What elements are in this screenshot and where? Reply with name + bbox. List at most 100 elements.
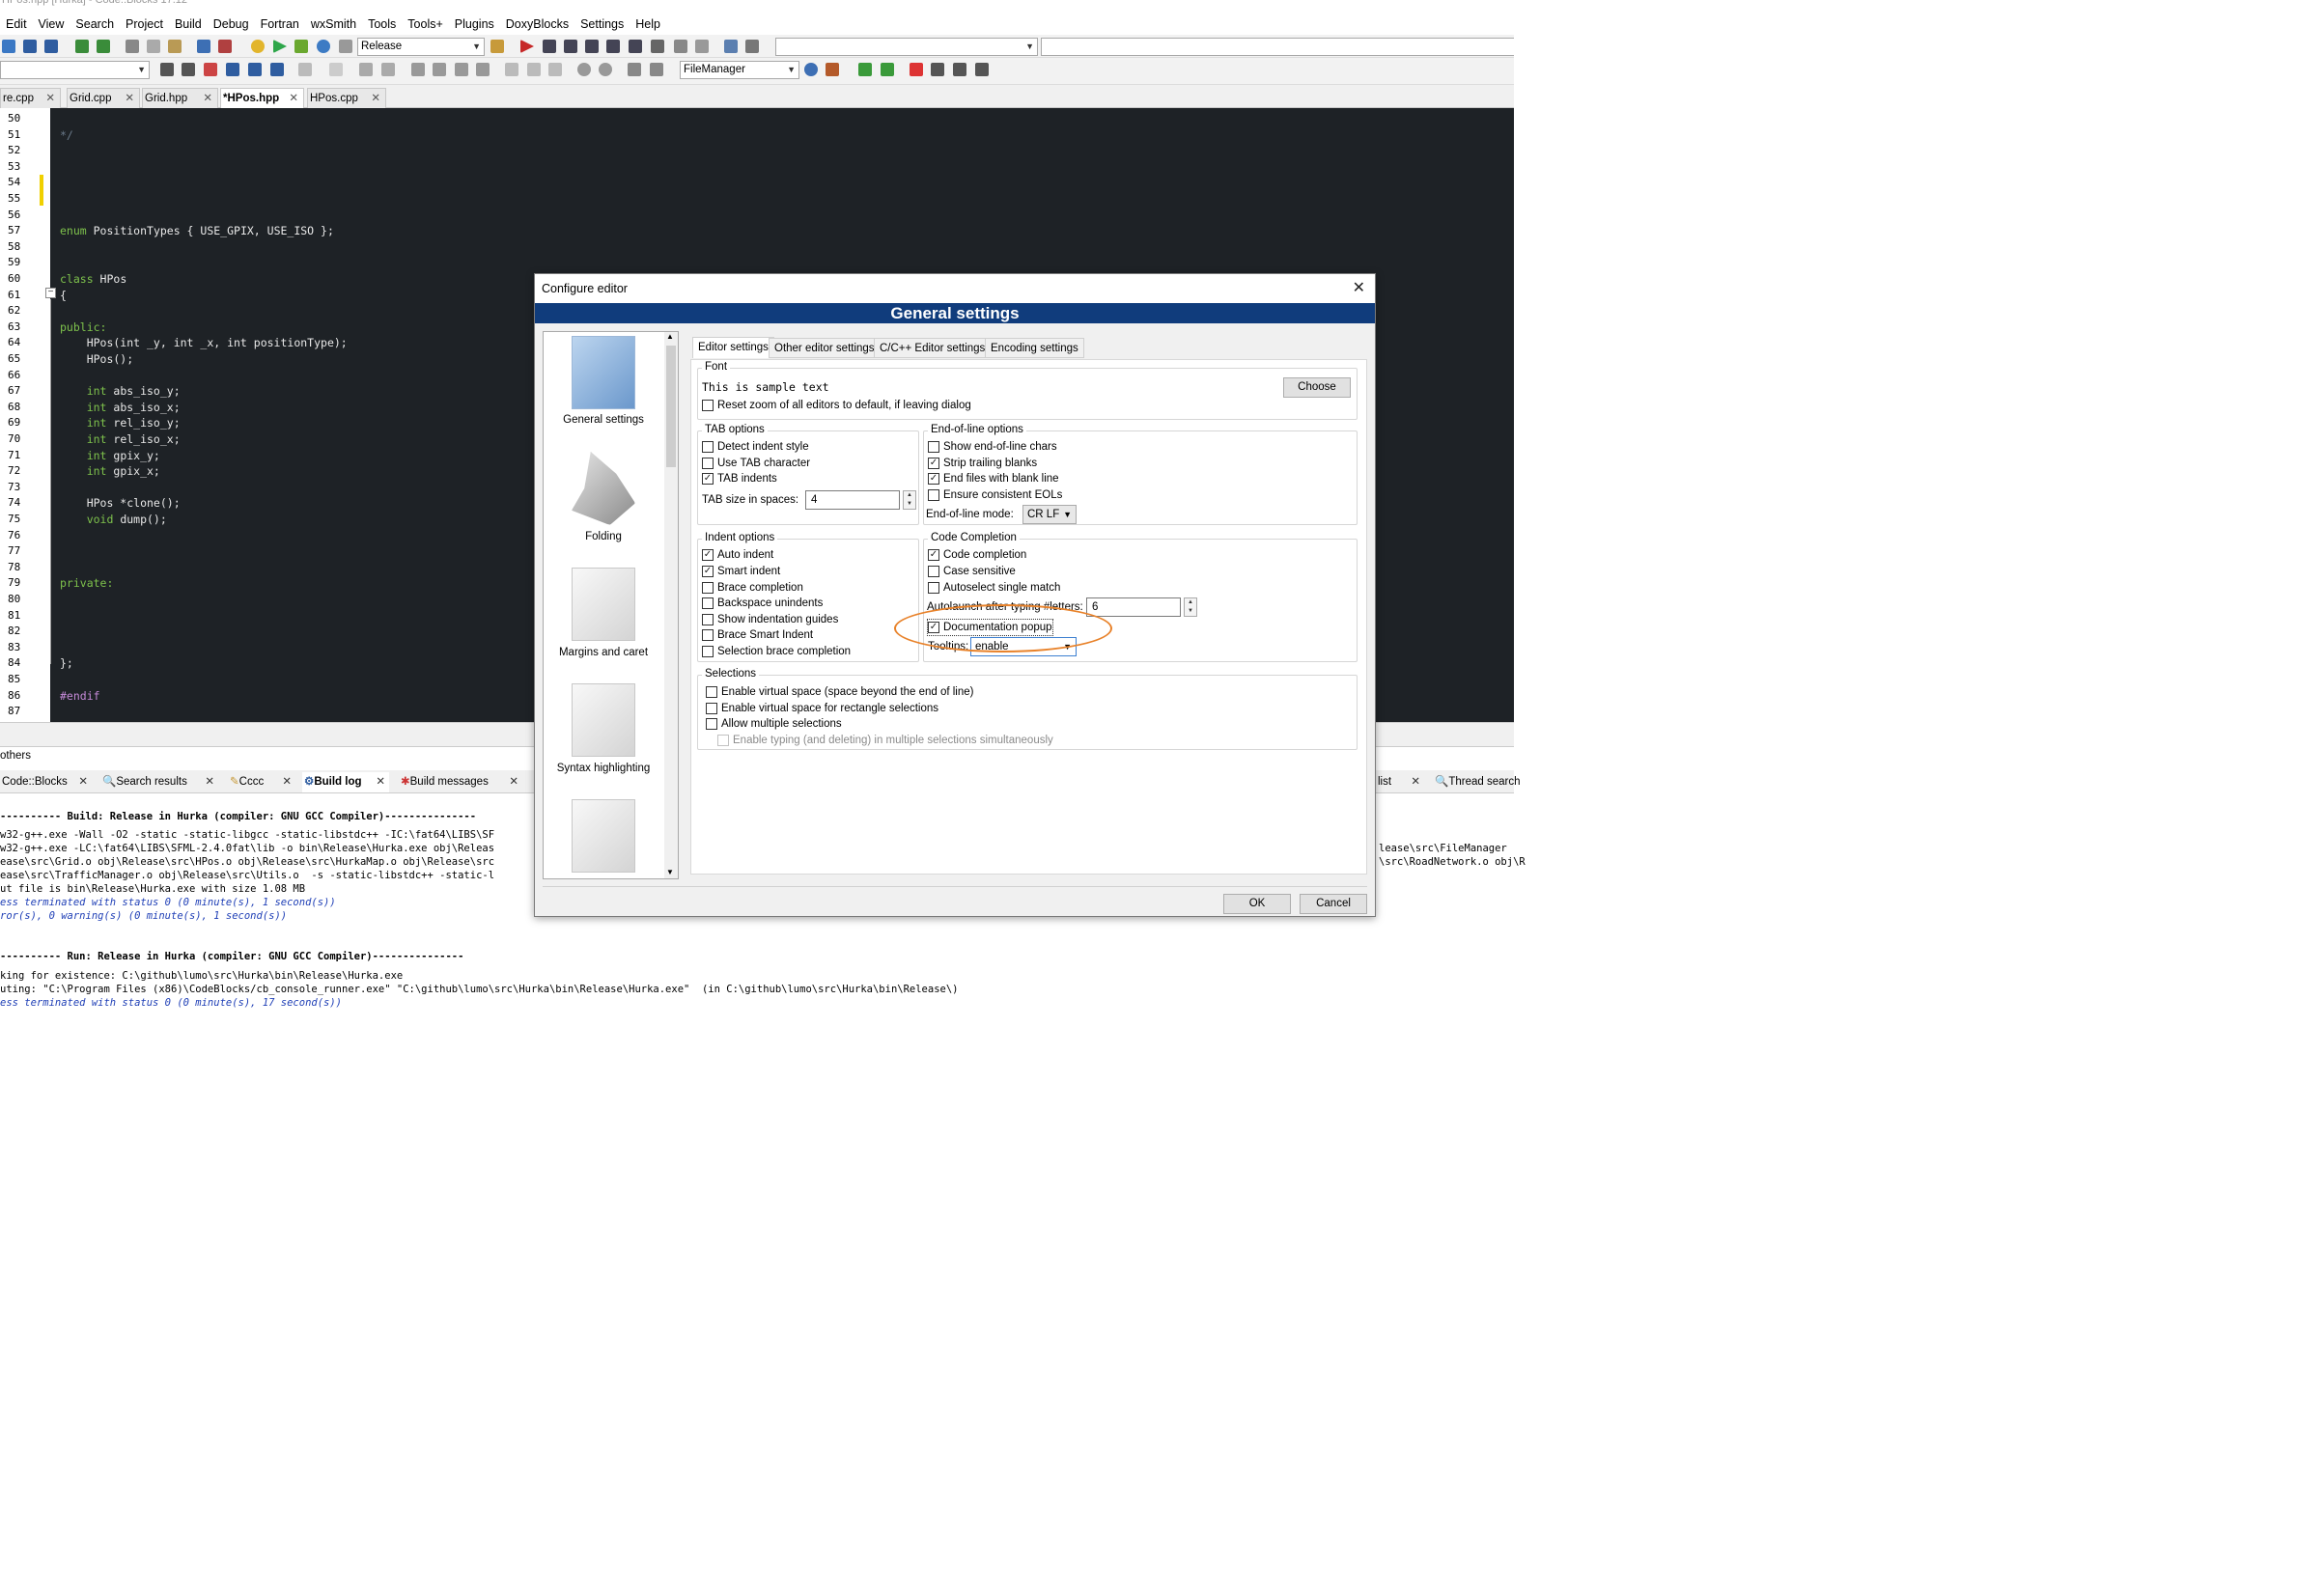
static-bitmap-icon[interactable] — [381, 63, 395, 76]
image-icon[interactable] — [359, 63, 373, 76]
settings-sidebar[interactable]: General settings Folding Margins and car… — [543, 331, 679, 879]
panel-icon[interactable] — [411, 63, 425, 76]
auto-indent-checkbox[interactable]: ✓ Auto indent — [702, 547, 773, 563]
scrolled-window-icon[interactable] — [505, 63, 518, 76]
autolaunch-spinner[interactable]: ▲ ▼ — [1184, 597, 1197, 617]
log-tab-thread-search[interactable]: 🔍Thread search — [1433, 772, 1520, 792]
debug-start-icon[interactable] — [520, 40, 534, 53]
sidebar-item-syntax[interactable]: Syntax highlighting — [544, 683, 663, 774]
log-tab-build-log[interactable]: ⚙Build log ✕ — [302, 772, 389, 792]
smart-indent-checkbox[interactable]: ✓ Smart indent — [702, 564, 780, 579]
rect-virtual-space-checkbox[interactable]: Enable virtual space for rectangle selec… — [706, 701, 938, 716]
flag-prev-icon[interactable] — [931, 63, 944, 76]
menu-help[interactable]: Help — [630, 17, 666, 31]
arrow-left-icon[interactable] — [858, 63, 872, 76]
tab-encoding-settings[interactable]: Encoding settings — [985, 338, 1084, 358]
next-instruction-icon[interactable] — [629, 40, 642, 53]
scope-select[interactable]: ▼ — [775, 38, 1038, 56]
log-tab-list[interactable]: list ✕ — [1376, 772, 1424, 792]
replace-icon[interactable] — [218, 40, 232, 53]
log-tab-cccc[interactable]: ✎Cccc ✕ — [228, 772, 295, 792]
match-case-icon[interactable] — [248, 63, 262, 76]
selection-brace-checkbox[interactable]: Selection brace completion — [702, 644, 851, 659]
reset-zoom-checkbox[interactable]: Reset zoom of all editors to default, if… — [702, 398, 971, 413]
grid-widget-icon[interactable] — [548, 63, 562, 76]
close-icon[interactable]: ✕ — [282, 772, 292, 792]
autolaunch-input[interactable]: 6 — [1086, 597, 1181, 617]
strip-trailing-checkbox[interactable]: ✓ Strip trailing blanks — [928, 456, 1037, 471]
next-line-icon[interactable] — [564, 40, 577, 53]
bookmark-flag-icon[interactable] — [910, 63, 923, 76]
splitter-icon[interactable] — [527, 63, 541, 76]
symbol-select[interactable]: FileManager ▼ — [680, 61, 799, 79]
regex-icon[interactable] — [270, 63, 284, 76]
save-icon[interactable] — [23, 40, 37, 53]
sidebar-scrollbar[interactable]: ▲ ▼ — [664, 332, 678, 878]
various-info-icon[interactable] — [745, 40, 759, 53]
flag-next-icon[interactable] — [953, 63, 966, 76]
use-tab-checkbox[interactable]: Use TAB character — [702, 456, 810, 471]
close-icon[interactable]: ✕ — [1411, 772, 1420, 792]
code-completion-checkbox[interactable]: ✓ Code completion — [928, 547, 1026, 563]
close-icon[interactable]: ✕ — [125, 89, 134, 108]
choicebook-icon[interactable] — [476, 63, 490, 76]
close-icon[interactable]: ✕ — [203, 89, 212, 108]
zoom-in-icon[interactable] — [577, 63, 591, 76]
build-gear-icon[interactable] — [251, 40, 265, 53]
undo-icon[interactable] — [75, 40, 89, 53]
menu-search[interactable]: Search — [70, 17, 120, 31]
close-icon[interactable]: ✕ — [371, 89, 380, 108]
menu-debug[interactable]: Debug — [208, 17, 255, 31]
stop-debug-icon[interactable] — [695, 40, 709, 53]
target-options-icon[interactable] — [490, 40, 504, 53]
log-tab-search-results[interactable]: 🔍Search results ✕ — [100, 772, 218, 792]
brace-smart-indent-checkbox[interactable]: Brace Smart Indent — [702, 627, 813, 643]
sidebar-item-general[interactable]: General settings — [544, 336, 663, 426]
cut-icon[interactable] — [126, 40, 139, 53]
file-tab[interactable]: re.cpp ✕ — [0, 88, 61, 108]
tab-indents-checkbox[interactable]: ✓ TAB indents — [702, 471, 777, 486]
fold-collapse-icon[interactable]: − — [45, 288, 56, 298]
select-pointer-icon[interactable] — [298, 63, 312, 76]
file-tab[interactable]: HPos.cpp ✕ — [307, 88, 386, 108]
log-tab-build-messages[interactable]: ✱Build messages ✕ — [399, 772, 522, 792]
save-all-icon[interactable] — [44, 40, 58, 53]
tab-cpp-editor-settings[interactable]: C/C++ Editor settings — [874, 338, 992, 358]
jump-back-icon[interactable] — [160, 63, 174, 76]
spacer-icon[interactable] — [628, 63, 641, 76]
highlight-icon[interactable] — [204, 63, 217, 76]
tab-size-spinner[interactable]: ▲ ▼ — [903, 490, 916, 510]
cancel-button[interactable]: Cancel — [1300, 894, 1367, 914]
sidebar-item-next[interactable] — [544, 799, 663, 873]
open-icon[interactable] — [2, 40, 15, 53]
search-icon[interactable] — [804, 63, 818, 76]
file-tab[interactable]: Grid.cpp ✕ — [67, 88, 140, 108]
run-icon[interactable] — [273, 40, 287, 53]
chevron-down-icon[interactable]: ▼ — [666, 868, 674, 876]
sidebar-item-folding[interactable]: Folding — [544, 452, 663, 542]
log-tab-codeblocks[interactable]: Code::Blocks ✕ — [0, 772, 92, 792]
build-target-select[interactable]: Release ▼ — [357, 38, 485, 56]
menu-build[interactable]: Build — [169, 17, 208, 31]
paste-icon[interactable] — [168, 40, 182, 53]
rebuild-icon[interactable] — [317, 40, 330, 53]
flag-clear-icon[interactable] — [975, 63, 989, 76]
chevron-up-icon[interactable]: ▲ — [666, 332, 674, 341]
arrow-right-icon[interactable] — [881, 63, 894, 76]
detect-indent-checkbox[interactable]: Detect indent style — [702, 439, 809, 455]
selected-text-icon[interactable] — [226, 63, 239, 76]
settings-wrench-icon[interactable] — [826, 63, 839, 76]
menu-settings[interactable]: Settings — [574, 17, 630, 31]
multiple-selections-checkbox[interactable]: Allow multiple selections — [706, 716, 842, 732]
close-icon[interactable]: ✕ — [1353, 279, 1365, 298]
menu-doxyblocks[interactable]: DoxyBlocks — [500, 17, 574, 31]
virtual-space-checkbox[interactable]: Enable virtual space (space beyond the e… — [706, 684, 973, 700]
menu-project[interactable]: Project — [120, 17, 169, 31]
case-sensitive-checkbox[interactable]: Case sensitive — [928, 564, 1016, 579]
show-eol-checkbox[interactable]: Show end-of-line chars — [928, 439, 1057, 455]
close-icon[interactable]: ✕ — [376, 772, 385, 792]
copy-icon[interactable] — [147, 40, 160, 53]
find-icon[interactable] — [197, 40, 210, 53]
menu-plugins[interactable]: Plugins — [449, 17, 500, 31]
close-icon[interactable]: ✕ — [289, 89, 298, 108]
